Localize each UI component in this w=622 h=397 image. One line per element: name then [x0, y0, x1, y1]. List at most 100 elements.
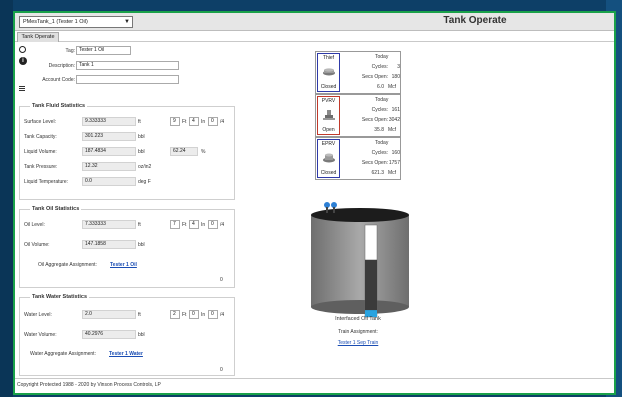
surface-level-value: 9.333333 — [82, 117, 136, 126]
tank-base — [311, 300, 409, 314]
cycles-label: Cycles: — [371, 150, 388, 156]
mcf-unit: Mcf — [388, 127, 397, 133]
tank-valve-stem — [333, 207, 335, 213]
oil-level-value: 7.333333 — [82, 220, 136, 229]
oil-in-field[interactable]: 4 — [189, 220, 199, 229]
tank-pressure-unit: oz/in2 — [138, 164, 152, 170]
oil-ft-field[interactable]: 7 — [170, 220, 180, 229]
ft-label: Ft — [182, 222, 187, 228]
oil-volume-value: 147.1858 — [82, 240, 136, 249]
surface-level-unit: ft — [138, 119, 141, 125]
in-label: In — [201, 119, 206, 125]
mcf-unit: Mcf — [388, 170, 397, 176]
description-field[interactable]: Tank 1 — [76, 61, 179, 70]
tag-field[interactable]: Tester 1 Oil — [76, 46, 131, 55]
secs-open-label: Secs Open: — [361, 117, 388, 123]
oil-aggregate-link[interactable]: Tester 1 Oil — [110, 262, 137, 268]
info-icon[interactable]: i — [19, 57, 27, 65]
thief-valve-button[interactable]: Thief Closed — [317, 53, 340, 92]
tank-shell — [311, 215, 409, 307]
ft-label: Ft — [182, 119, 187, 125]
tank-selector[interactable]: PMesTank_1 (Tester 1 Oil) ▼ — [19, 16, 133, 28]
fill-percent-value: 62.24 — [170, 147, 198, 156]
mcf-value: 621.3 — [371, 170, 384, 176]
radio-circle-icon[interactable] — [19, 46, 26, 53]
secs-open-label: Secs Open: — [361, 160, 388, 166]
surface-frac-field[interactable]: 0 — [208, 117, 218, 126]
frac-label: /4 — [220, 119, 225, 125]
oil-volume-label: Oil Volume: — [24, 242, 50, 248]
tank-valve-stem — [326, 207, 328, 213]
water-in-field[interactable]: 0 — [189, 310, 199, 319]
liquid-volume-value: 187.4834 — [82, 147, 136, 156]
eprv-valve-panel: EPRV Closed Today Cycles: 160 Secs Open:… — [315, 137, 401, 180]
water-aggregate-link[interactable]: Tester 1 Water — [109, 351, 143, 357]
percent-unit: % — [201, 149, 206, 155]
tank-pressure-label: Tank Pressure: — [24, 164, 58, 170]
liquid-volume-unit: bbl — [138, 149, 145, 155]
page-title: Tank Operate — [443, 15, 507, 26]
oil-frac-field[interactable]: 0 — [208, 220, 218, 229]
cycles-value: 161 — [391, 107, 400, 113]
cycles-value: 3 — [397, 64, 400, 70]
valve-name: EPRV — [321, 141, 336, 147]
account-code-field[interactable] — [76, 75, 179, 84]
valve-state: Closed — [320, 170, 337, 176]
tab-tank-operate[interactable]: Tank Operate — [17, 32, 59, 42]
cycles-label: Cycles: — [371, 64, 388, 70]
thief-valve-panel: Thief Closed Today Cycles: 3 Secs Open: … — [315, 51, 401, 94]
water-level-label: Water Level: — [24, 312, 52, 318]
tank-fluid-statistics-title: Tank Fluid Statistics — [30, 103, 88, 109]
water-ft-field[interactable]: 2 — [170, 310, 180, 319]
mcf-value: 6.0 — [377, 84, 384, 90]
secs-open-value: 3042 — [388, 117, 400, 123]
eprv-valve-button[interactable]: EPRV Closed — [317, 139, 340, 178]
water-aggregate-label: Water Aggregate Assignment: — [30, 351, 96, 357]
thief-hatch-icon — [323, 68, 335, 76]
copyright-footer: Copyright Protected 1988 - 2020 by Vinso… — [15, 378, 614, 391]
water-level-value: 2.0 — [82, 310, 136, 319]
mcf-value: 35.8 — [374, 127, 384, 133]
menu-icon[interactable] — [19, 86, 25, 92]
tank-operate-window: PMesTank_1 (Tester 1 Oil) ▼ Tank Operate… — [13, 11, 616, 395]
cycles-value: 160 — [391, 150, 400, 156]
tag-label: Tag: — [65, 48, 75, 54]
water-volume-value: 40.2976 — [82, 330, 136, 339]
tank-graphic-label: Interfaced Oil Tank — [335, 316, 381, 322]
surface-in-field[interactable]: 4 — [189, 117, 199, 126]
today-label: Today — [375, 140, 389, 146]
water-frac-field[interactable]: 0 — [208, 310, 218, 319]
title-bar: PMesTank_1 (Tester 1 Oil) ▼ Tank Operate — [15, 13, 614, 31]
water-count: 0 — [220, 367, 223, 373]
water-volume-unit: bbl — [138, 332, 145, 338]
oil-level-unit: ft — [138, 222, 141, 228]
secs-open-label: Secs Open: — [361, 74, 388, 80]
tank-water-statistics-title: Tank Water Statistics — [30, 294, 90, 300]
valve-name: PVRV — [321, 98, 336, 104]
oil-level-label: Oil Level: — [24, 222, 45, 228]
tank-water-statistics-group: Tank Water Statistics Water Level: 2.0 f… — [19, 294, 235, 376]
liquid-temperature-label: Liquid Temperature: — [24, 179, 69, 185]
cycles-label: Cycles: — [371, 107, 388, 113]
ft-label: Ft — [182, 312, 187, 318]
tank-selector-value: PMesTank_1 (Tester 1 Oil) — [23, 19, 88, 25]
train-assignment-link[interactable]: Tester 1 Sep Train — [315, 340, 401, 346]
tank-oil-statistics-title: Tank Oil Statistics — [30, 206, 82, 212]
chevron-down-icon[interactable]: ▼ — [124, 17, 130, 27]
pvrv-valve-panel: PVRV Open Today Cycles: 161 Secs Open: 3… — [315, 94, 401, 137]
train-assignment-label: Train Assignment: — [338, 329, 378, 335]
valve-state: Open — [322, 127, 335, 133]
pvrv-valve-button[interactable]: PVRV Open — [317, 96, 340, 135]
in-label: In — [201, 222, 206, 228]
valve-name: Thief — [322, 55, 335, 61]
oil-count: 0 — [220, 277, 223, 283]
mcf-unit: Mcf — [388, 84, 397, 90]
water-level-unit: ft — [138, 312, 141, 318]
surface-ft-field[interactable]: 9 — [170, 117, 180, 126]
pressure-relief-valve-icon — [323, 110, 335, 120]
description-label: Description: — [48, 63, 75, 69]
tank-oil-statistics-group: Tank Oil Statistics Oil Level: 7.333333 … — [19, 206, 235, 288]
frac-label: /4 — [220, 222, 225, 228]
background-left — [0, 0, 13, 397]
tank-fluid-statistics-group: Tank Fluid Statistics Surface Level: 9.3… — [19, 103, 235, 200]
